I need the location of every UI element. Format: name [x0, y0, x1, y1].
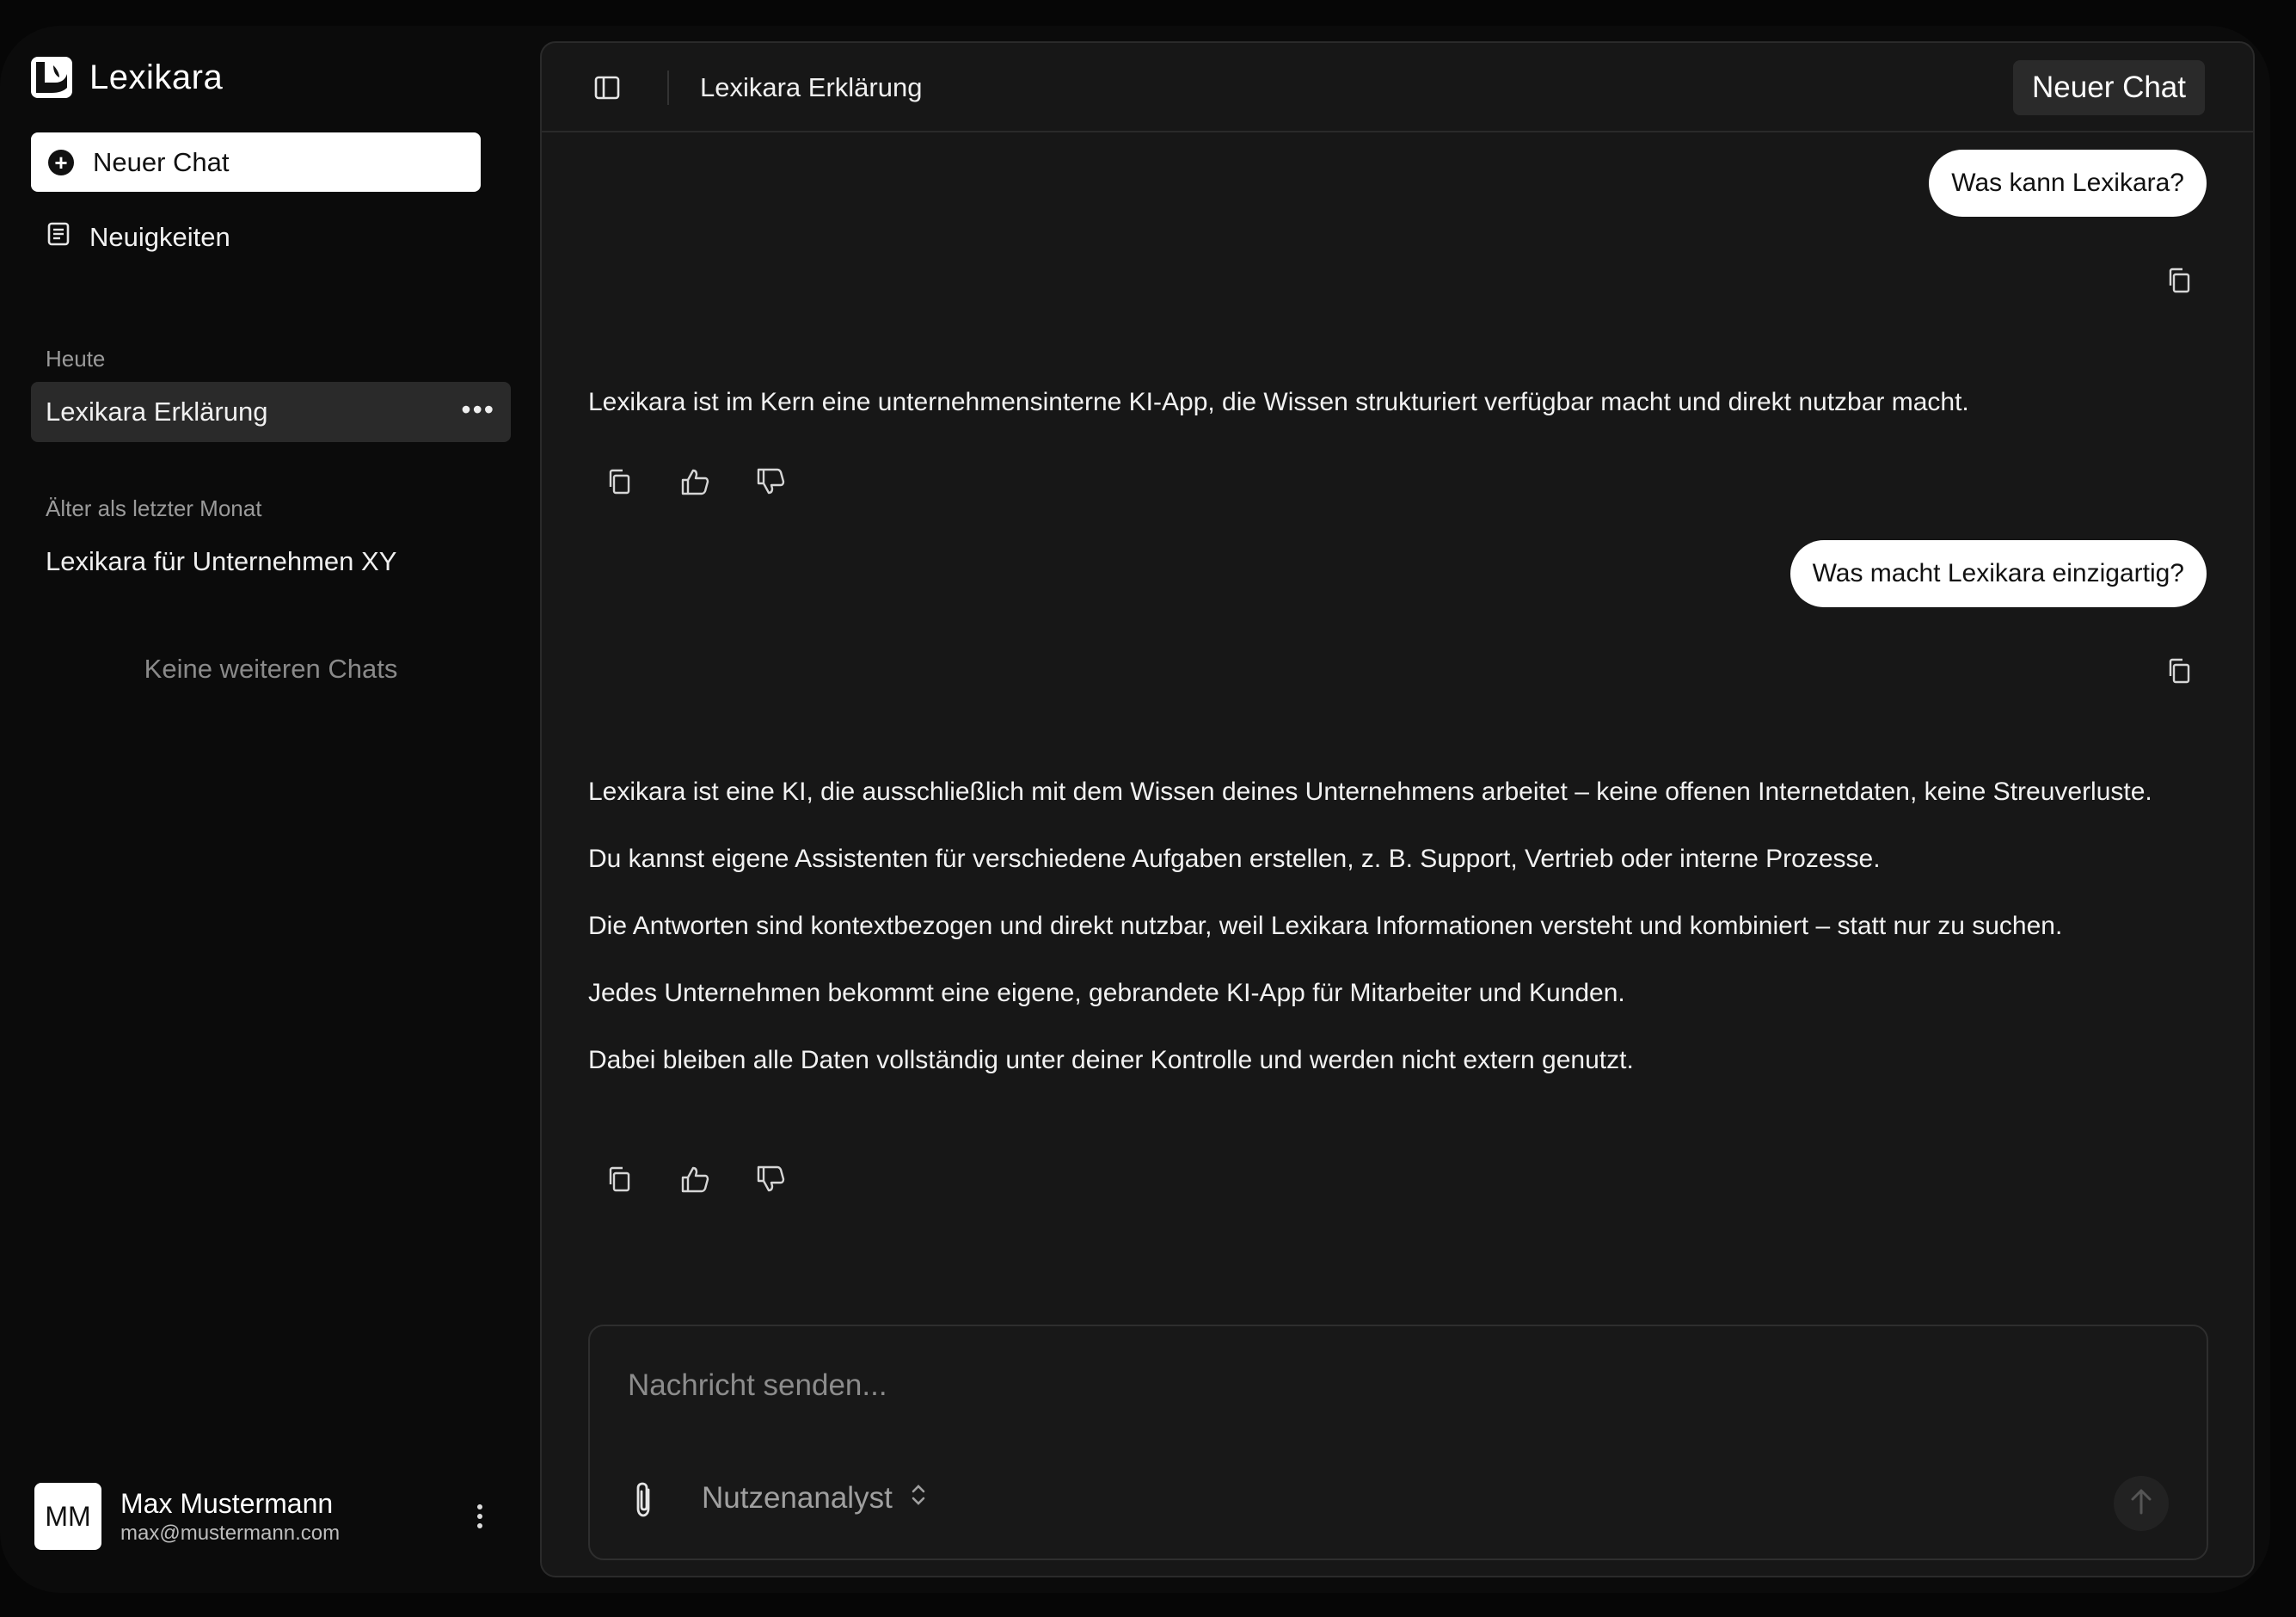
- thumbs-up-icon[interactable]: [676, 463, 714, 501]
- section-label-today: Heute: [46, 346, 106, 372]
- user-name: Max Mustermann: [120, 1487, 334, 1519]
- sidebar-item-news[interactable]: Neuigkeiten: [31, 212, 481, 263]
- assistant-paragraph: Du kannst eigene Assistenten für verschi…: [588, 845, 1881, 873]
- user-menu-icon[interactable]: [471, 1500, 488, 1534]
- user-message: Was kann Lexikara?: [1929, 150, 2207, 217]
- thumbs-down-icon[interactable]: [752, 463, 789, 501]
- section-label-older: Älter als letzter Monat: [46, 495, 262, 521]
- newspaper-icon: [46, 221, 71, 254]
- chat-item-lexikara-unternehmen[interactable]: Lexikara für Unternehmen XY: [31, 532, 511, 592]
- copy-icon[interactable]: [600, 1160, 638, 1198]
- message-composer: Nutzenanalyst: [588, 1325, 2208, 1560]
- chat-title: Lexikara Erklärung: [700, 72, 923, 102]
- assistant-paragraph: Dabei bleiben alle Daten vollständig unt…: [588, 1046, 1634, 1074]
- sidebar: Lexikara + Neuer Chat Neuigkeiten Heute: [0, 26, 540, 1593]
- brand[interactable]: Lexikara: [31, 57, 223, 98]
- header-new-chat-button[interactable]: Neuer Chat: [2013, 60, 2205, 115]
- assistant-paragraph: Jedes Unternehmen bekommt eine eigene, g…: [588, 979, 1625, 1007]
- chat-panel: Lexikara Erklärung Neuer Chat Was kann L…: [540, 41, 2255, 1577]
- new-chat-label: Neuer Chat: [93, 146, 230, 177]
- chat-header: Lexikara Erklärung Neuer Chat: [542, 43, 2253, 132]
- message-input[interactable]: [628, 1364, 2158, 1407]
- app-name: Lexikara: [89, 58, 224, 96]
- chevron-up-down-icon: [910, 1481, 927, 1516]
- copy-icon[interactable]: [600, 463, 638, 501]
- new-chat-button[interactable]: + Neuer Chat: [31, 132, 481, 192]
- send-button[interactable]: [2114, 1476, 2169, 1531]
- chat-item-title: Lexikara für Unternehmen XY: [46, 546, 397, 576]
- arrow-up-icon: [2128, 1487, 2154, 1521]
- avatar: MM: [34, 1483, 101, 1550]
- user-message: Was macht Lexikara einzigartig?: [1790, 540, 2207, 607]
- paperclip-icon[interactable]: [628, 1479, 662, 1521]
- assistant-message: Lexikara ist im Kern eine unternehmensin…: [588, 384, 2222, 451]
- user-email: max@mustermann.com: [120, 1521, 341, 1545]
- assistant-paragraph: Die Antworten sind kontextbezogen und di…: [588, 912, 2063, 940]
- assistant-paragraph: Lexikara ist eine KI, die ausschließlich…: [588, 778, 2152, 806]
- copy-icon[interactable]: [2160, 261, 2198, 299]
- more-options-icon[interactable]: •••: [461, 396, 495, 423]
- assistant-message-text: Lexikara ist im Kern eine unternehmensin…: [588, 388, 1969, 416]
- plus-circle-icon: +: [48, 149, 74, 175]
- empty-chats-note: Keine weiteren Chats: [144, 654, 398, 684]
- thumbs-down-icon[interactable]: [752, 1160, 789, 1198]
- user-profile[interactable]: MM Max Mustermann max@mustermann.com: [34, 1483, 340, 1550]
- app-window: Lexikara + Neuer Chat Neuigkeiten Heute: [0, 26, 2270, 1593]
- thumbs-up-icon[interactable]: [676, 1160, 714, 1198]
- lexikara-logo-icon: [31, 57, 72, 98]
- chat-item-title: Lexikara Erklärung: [46, 397, 268, 427]
- screen-frame: Lexikara + Neuer Chat Neuigkeiten Heute: [0, 0, 2296, 1617]
- assistant-message: Lexikara ist eine KI, die ausschließlich…: [588, 773, 2222, 1109]
- news-label: Neuigkeiten: [89, 222, 230, 252]
- header-divider: [667, 71, 669, 105]
- sidebar-toggle-icon[interactable]: [593, 74, 621, 101]
- assistant-selector[interactable]: Nutzenanalyst: [702, 1481, 927, 1516]
- assistant-selector-label: Nutzenanalyst: [702, 1481, 893, 1515]
- chat-item-lexikara-erklaerung[interactable]: Lexikara Erklärung •••: [31, 382, 511, 442]
- copy-icon[interactable]: [2160, 652, 2198, 690]
